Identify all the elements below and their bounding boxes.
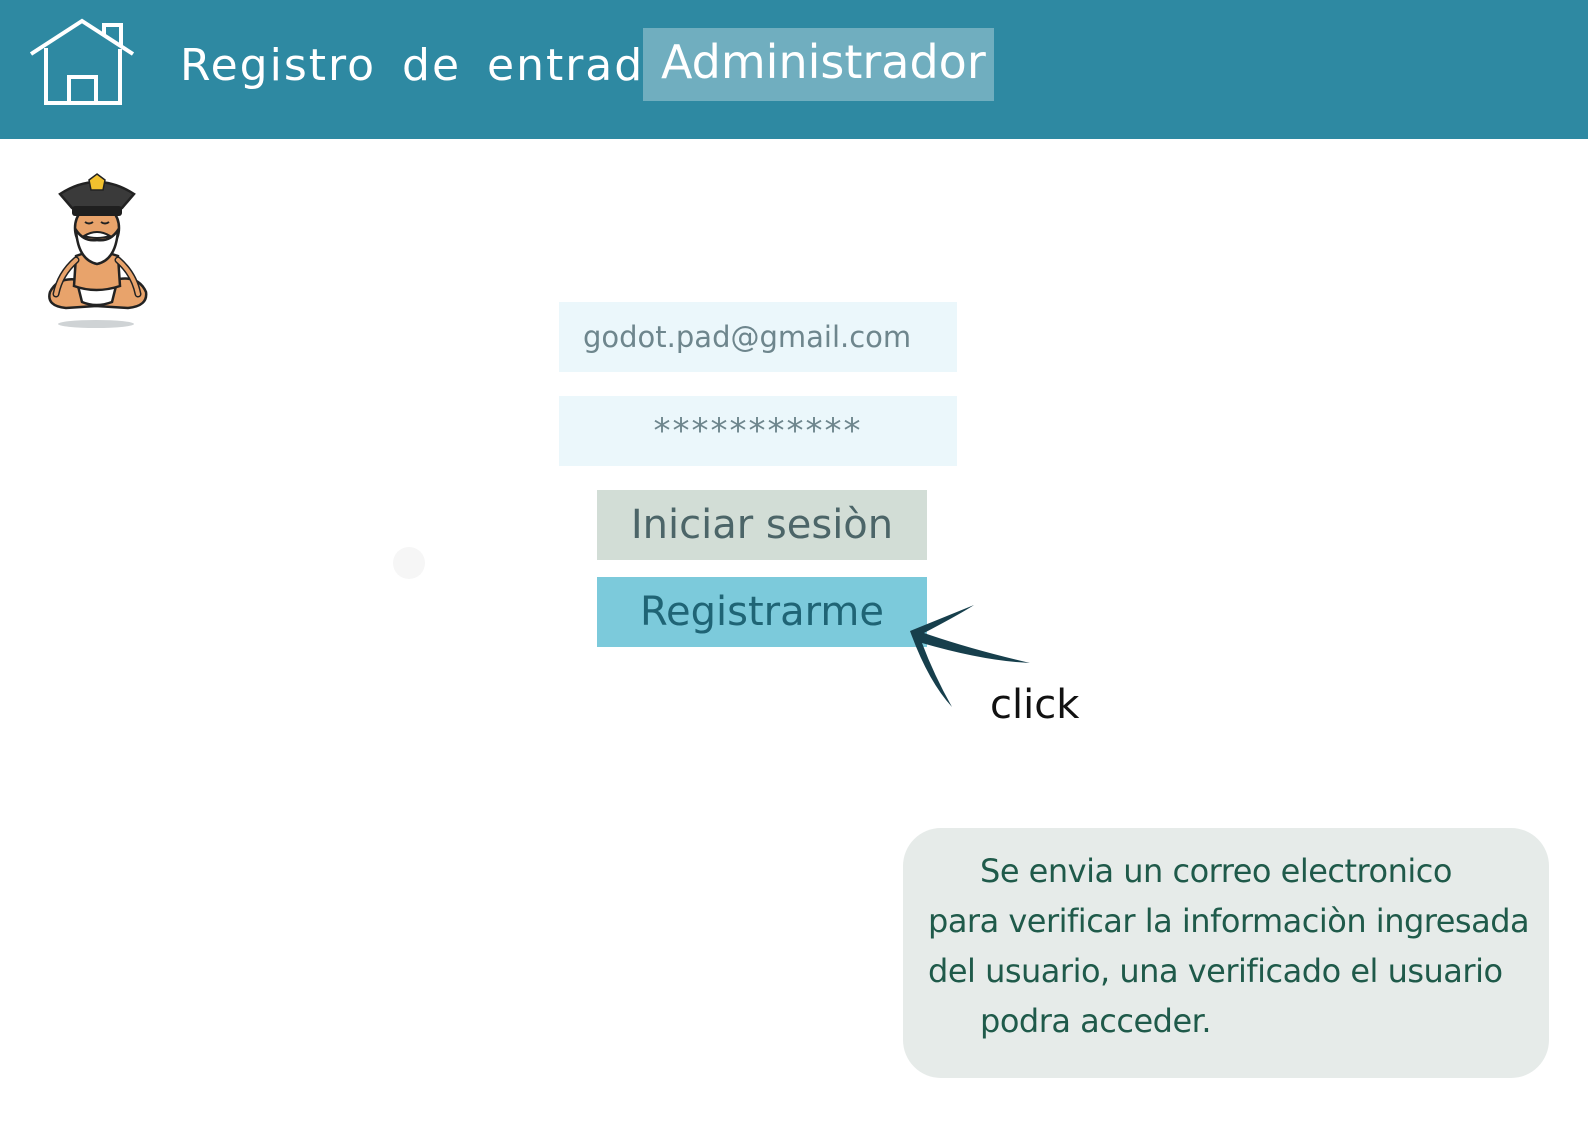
page-title: Registro de entrada xyxy=(180,40,674,91)
app-header: Registro de entrada Administrador xyxy=(0,0,1588,139)
meditating-police-officer-avatar xyxy=(48,173,148,328)
home-icon[interactable] xyxy=(28,18,136,106)
register-button[interactable]: Registrarme xyxy=(597,577,927,647)
note-line: del usuario, una verificado el usuario xyxy=(928,952,1503,990)
decorative-dot xyxy=(393,547,425,579)
note-line: para verificar la informaciòn ingresada xyxy=(928,902,1530,940)
click-annotation-label: click xyxy=(990,682,1080,728)
info-note: Se envia un correo electronico para veri… xyxy=(903,828,1549,1078)
note-line: Se envia un correo electronico xyxy=(980,852,1452,890)
login-button[interactable]: Iniciar sesiòn xyxy=(597,490,927,560)
password-field[interactable] xyxy=(559,396,957,466)
email-field[interactable] xyxy=(559,302,957,372)
note-line: podra acceder. xyxy=(980,1002,1212,1040)
role-badge: Administrador xyxy=(643,28,994,101)
